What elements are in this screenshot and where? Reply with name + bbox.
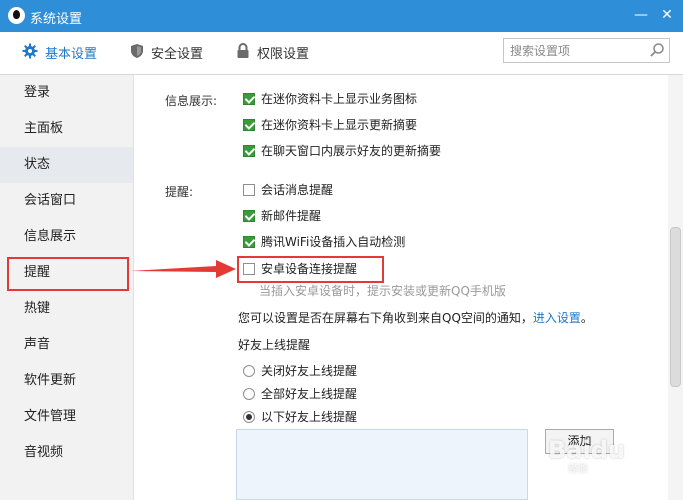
sidebar-item-main-panel[interactable]: 主面板: [0, 111, 133, 147]
minimize-button[interactable]: —: [631, 6, 651, 24]
add-friend-button[interactable]: 添加: [545, 429, 614, 454]
friend-list-box[interactable]: [236, 429, 528, 500]
android-option-annotation-box: [237, 256, 384, 283]
radio-selected[interactable]: [243, 411, 255, 423]
gear-icon: [22, 43, 38, 66]
sidebar-item-status[interactable]: 状态: [0, 147, 133, 183]
search-icon[interactable]: [649, 42, 665, 61]
sidebar-item-sound[interactable]: 声音: [0, 327, 133, 363]
radio-unselected[interactable]: [243, 388, 255, 400]
enter-settings-link[interactable]: 进入设置: [533, 311, 581, 325]
search-box[interactable]: [503, 38, 670, 63]
search-input[interactable]: [510, 42, 645, 60]
radio-unselected[interactable]: [243, 365, 255, 377]
scrollbar-thumb[interactable]: [670, 227, 681, 387]
tab-basic-settings[interactable]: 基本设置: [22, 43, 97, 63]
annotation-arrow: [130, 258, 238, 283]
friend-online-label: 好友上线提醒: [238, 338, 311, 352]
android-hint-text: 当插入安卓设备时，提示安装或更新QQ手机版: [259, 284, 506, 298]
checkbox-checked[interactable]: [243, 93, 255, 105]
reminder-option-wifi-detect[interactable]: 腾讯WiFi设备插入自动检测: [243, 233, 405, 251]
reminder-option-chat-message[interactable]: 会话消息提醒: [243, 181, 333, 199]
tab-permission-settings[interactable]: 权限设置: [236, 43, 309, 63]
tab-security-settings-label: 安全设置: [151, 47, 204, 62]
sidebar-item-hotkeys[interactable]: 热键: [0, 291, 133, 327]
friend-online-option-off[interactable]: 关闭好友上线提醒: [243, 362, 357, 380]
sidebar-item-login[interactable]: 登录: [0, 75, 133, 111]
tab-basic-settings-label: 基本设置: [45, 47, 98, 62]
sidebar-item-file-management[interactable]: 文件管理: [0, 399, 133, 435]
info-option-chat-summary[interactable]: 在聊天窗口内展示好友的更新摘要: [243, 142, 441, 160]
reminder-label: 提醒:: [165, 185, 194, 199]
checkbox-checked[interactable]: [243, 119, 255, 131]
friend-online-option-all[interactable]: 全部好友上线提醒: [243, 385, 357, 403]
info-option-update-summary[interactable]: 在迷你资料卡上显示更新摘要: [243, 116, 417, 134]
qzone-notice: 您可以设置是否在屏幕右下角收到来自QQ空间的通知，进入设置。: [238, 311, 593, 325]
qq-logo-icon: [8, 7, 25, 24]
checkbox-checked[interactable]: [243, 210, 255, 222]
content-scrollbar[interactable]: [668, 75, 683, 500]
window-title: 系统设置: [30, 12, 83, 27]
lock-icon: [236, 43, 250, 66]
checkbox-checked[interactable]: [243, 145, 255, 157]
title-bar: 系统设置 — ✕: [0, 0, 683, 32]
checkbox-unchecked[interactable]: [243, 184, 255, 196]
info-option-business-icons[interactable]: 在迷你资料卡上显示业务图标: [243, 90, 417, 108]
sidebar-highlight-annotation: [7, 257, 129, 291]
tab-security-settings[interactable]: 安全设置: [130, 43, 203, 63]
close-button[interactable]: ✕: [657, 6, 677, 24]
sidebar-item-software-update[interactable]: 软件更新: [0, 363, 133, 399]
sidebar-item-chat-window[interactable]: 会话窗口: [0, 183, 133, 219]
shield-icon: [130, 43, 144, 66]
sidebar-item-info-display[interactable]: 信息展示: [0, 219, 133, 255]
info-display-label: 信息展示:: [165, 94, 218, 108]
tab-permission-settings-label: 权限设置: [257, 47, 310, 62]
sidebar-item-audio-video[interactable]: 音视频: [0, 435, 133, 471]
checkbox-checked[interactable]: [243, 236, 255, 248]
friend-online-option-selected[interactable]: 以下好友上线提醒: [243, 408, 357, 426]
reminder-option-new-mail[interactable]: 新邮件提醒: [243, 207, 321, 225]
